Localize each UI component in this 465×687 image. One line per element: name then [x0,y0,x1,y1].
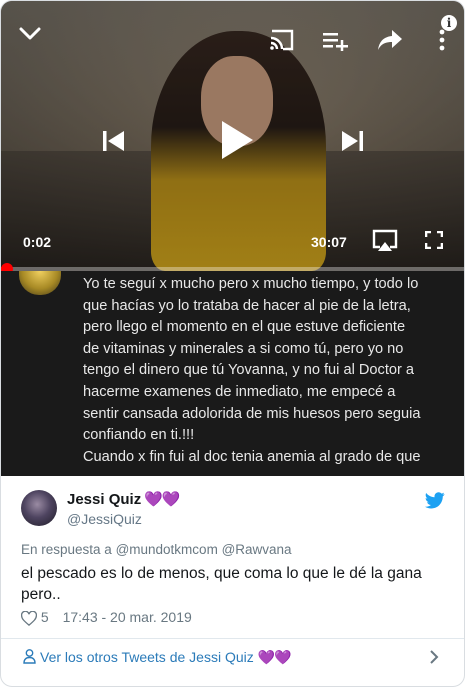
info-icon[interactable]: i [441,15,457,31]
current-time: 0:02 [23,234,52,250]
reply-mention-1[interactable]: @mundotkmcom [116,542,218,557]
avatar[interactable] [21,490,57,526]
reply-prefix: En respuesta a [21,542,112,557]
twitter-bird-icon[interactable] [425,492,445,509]
screenshot-line: hacerme examenes de inmediato, me empecé… [83,383,396,400]
more-tweets-link[interactable]: Ver los otros Tweets de Jessi Quiz 💜💜 [23,649,291,666]
heart-icon[interactable] [21,610,37,626]
duration: 30:07 [311,234,347,250]
screenshot-line: pero llego el momento en el que estuve d… [83,319,406,336]
next-icon[interactable] [340,130,364,152]
embedded-screenshot: Yo te seguí x mucho pero x mucho tiempo,… [1,271,464,476]
author-name-text[interactable]: Jessi Quiz [67,491,141,508]
progress-scrubber[interactable] [1,263,13,271]
divider [1,638,464,639]
like-count[interactable]: 5 [41,609,49,625]
previous-icon[interactable] [102,130,126,152]
add-to-queue-icon[interactable] [323,31,349,51]
screenshot-line: confiando en ti.!!! [83,427,195,444]
share-icon[interactable] [377,29,403,51]
author-emoji: 💜💜 [144,491,180,508]
screenshot-line: de vitaminas y minerales a si como tú, p… [83,340,404,357]
tweet-meta: 5 17:43 - 20 mar. 2019 [21,609,192,626]
timestamp[interactable]: 17:43 - 20 mar. 2019 [63,609,192,625]
tweet-card: i 0:02 30:07 Yo te seguí x mucho pero x … [0,0,465,687]
screenshot-line: sentir cansada adolorida de mis huesos p… [83,405,421,422]
tweet-text: el pescado es lo de menos, que coma lo q… [21,565,422,603]
person-icon [23,649,36,664]
video-player[interactable]: i 0:02 30:07 [1,1,464,271]
more-vert-icon[interactable] [439,29,445,51]
screenshot-line: Cuando x fin fui al doc tenia anemia al … [83,448,421,465]
author-name[interactable]: Jessi Quiz 💜💜 [67,490,181,508]
chevron-down-icon[interactable] [19,27,41,41]
screenshot-line: que hacías yo lo trataba de hacer al pie… [83,297,411,314]
reply-mention-2[interactable]: @Rawvana [222,542,292,557]
airplay-icon[interactable] [371,229,399,253]
more-tweets-emoji: 💜💜 [257,649,292,665]
screenshot-line: Yo te seguí x mucho pero x mucho tiempo,… [83,276,419,292]
screenshot-line: tengo el dinero que tú Yovanna, y no fui… [83,362,415,379]
screenshot-text: Yo te seguí x mucho pero x mucho tiempo,… [83,274,453,468]
cast-icon[interactable] [269,29,295,51]
author-handle[interactable]: @JessiQuiz [67,511,142,527]
more-tweets-label[interactable]: Ver los otros Tweets de Jessi Quiz [40,649,254,665]
reply-context: En respuesta a @mundotkmcom @Rawvana [21,542,292,557]
fullscreen-icon[interactable] [425,231,443,249]
screenshot-avatar [19,271,61,295]
play-icon[interactable] [220,120,254,160]
chevron-right-icon[interactable] [429,649,439,665]
